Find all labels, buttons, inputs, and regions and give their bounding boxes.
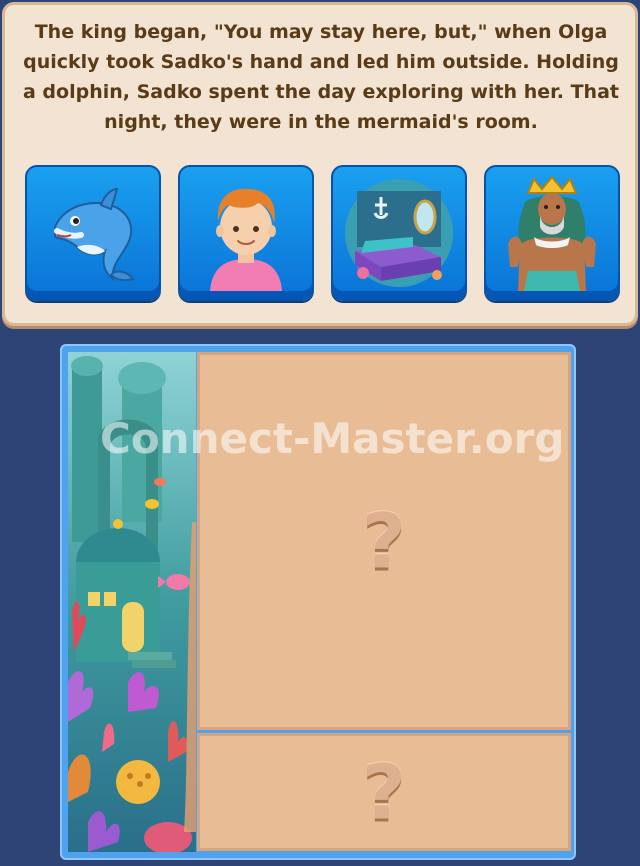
sea-king-icon bbox=[508, 175, 596, 291]
story-text: The king began, "You may stay here, but,… bbox=[23, 21, 619, 133]
choice-boy[interactable] bbox=[178, 165, 314, 301]
choice-row bbox=[5, 165, 635, 305]
choice-sea-king[interactable] bbox=[484, 165, 620, 301]
answer-slot-bottom[interactable]: ? bbox=[197, 733, 571, 851]
dolphin-icon bbox=[54, 187, 135, 282]
story-panel: The king began, "You may stay here, but,… bbox=[2, 2, 638, 326]
choice-bedroom[interactable] bbox=[331, 165, 467, 301]
question-mark-icon: ? bbox=[361, 747, 407, 837]
answer-slot-top[interactable]: ? bbox=[197, 352, 571, 730]
boy-icon bbox=[210, 188, 282, 291]
underwater-scene-image bbox=[68, 352, 196, 852]
choice-dolphin[interactable] bbox=[25, 165, 161, 301]
question-mark-icon: ? bbox=[361, 496, 407, 586]
bedroom-icon bbox=[345, 179, 453, 287]
underwater-city-icon bbox=[68, 352, 196, 852]
puzzle-board: ? ? bbox=[60, 344, 576, 860]
